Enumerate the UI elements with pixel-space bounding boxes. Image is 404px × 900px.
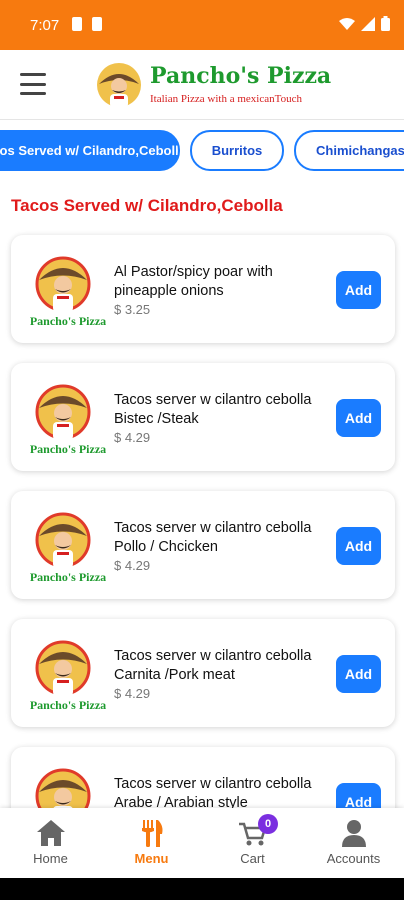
item-logo: Pancho's Pizza (21, 636, 106, 714)
item-price: $ 4.29 (114, 686, 151, 701)
app-header: Pancho's Pizza Italian Pizza with a mexi… (0, 50, 404, 120)
menu-item-card: Pancho's Pizza Al Pastor/spicy poar with… (11, 235, 395, 343)
menu-list[interactable]: Pancho's Pizza Al Pastor/spicy poar with… (0, 225, 404, 808)
chef-logo-icon (35, 512, 91, 568)
brand-name: Pancho's Pizza (150, 63, 332, 89)
status-bar: 7:07 (0, 0, 404, 50)
wifi-icon (339, 17, 355, 30)
item-name: Tacos server w cilantro cebolla Carnita … (114, 648, 312, 683)
add-button[interactable]: Add (336, 783, 381, 808)
hamburger-menu-icon[interactable] (20, 73, 46, 95)
tab-tacos-label: Tacos Served w/ Cilandro,Cebolla (0, 143, 180, 158)
chef-logo-icon (35, 640, 91, 696)
tab-chimichangas-label: Chimichangas (316, 143, 404, 158)
cart-count-badge: 0 (258, 814, 278, 834)
item-logo: Pancho's Pizza (21, 380, 106, 458)
logo-caption: Pancho's Pizza (29, 570, 107, 584)
category-tabs: Tacos Served w/ Cilandro,Cebolla Burrito… (0, 120, 404, 180)
section-title: Tacos Served w/ Cilandro,Cebolla (11, 196, 283, 215)
battery-icon (381, 16, 390, 31)
chef-logo-icon (35, 256, 91, 312)
item-price: $ 3.25 (114, 302, 151, 317)
add-button[interactable]: Add (336, 399, 381, 437)
add-button[interactable]: Add (336, 271, 381, 309)
tab-chimichangas[interactable]: Chimichangas (294, 130, 404, 171)
user-icon (342, 820, 366, 847)
item-name: Tacos server w cilantro cebolla Arabe / … (114, 776, 312, 808)
nav-home[interactable]: Home (0, 808, 101, 878)
home-icon (37, 820, 65, 846)
item-name: Al Pastor/spicy poar with pineapple onio… (114, 264, 273, 299)
nav-menu[interactable]: Menu (101, 808, 202, 878)
item-price: $ 4.29 (114, 558, 151, 573)
menu-item-card: Pancho's Pizza Tacos server w cilantro c… (11, 363, 395, 471)
notification-icons (72, 17, 102, 31)
tab-burritos[interactable]: Burritos (190, 130, 284, 171)
menu-item-card: Pancho's Pizza Tacos server w cilantro c… (11, 747, 395, 808)
status-time: 7:07 (30, 17, 60, 34)
tab-tacos[interactable]: Tacos Served w/ Cilandro,Cebolla (0, 130, 180, 171)
item-logo: Pancho's Pizza (21, 252, 106, 330)
tab-burritos-label: Burritos (211, 143, 263, 158)
chef-logo-icon (35, 384, 91, 440)
brand-tagline: Italian Pizza with a mexicanTouch (150, 93, 302, 105)
item-name: Tacos server w cilantro cebolla Bistec /… (114, 392, 312, 427)
item-logo: Pancho's Pizza (21, 508, 106, 586)
fork-knife-icon (142, 820, 163, 847)
item-name: Tacos server w cilantro cebolla Pollo / … (114, 520, 312, 555)
nav-home-label: Home (33, 851, 68, 866)
chef-logo-icon (97, 63, 141, 108)
chef-logo-icon (35, 768, 91, 808)
signal-icon (361, 16, 375, 31)
nav-cart-label: Cart (240, 851, 265, 866)
item-price: $ 4.29 (114, 430, 151, 445)
logo-caption: Pancho's Pizza (29, 698, 107, 712)
add-button[interactable]: Add (336, 527, 381, 565)
bottom-nav: Home Menu 0 Cart Accounts (0, 808, 404, 878)
sim-card-icon (72, 17, 82, 31)
logo-caption: Pancho's Pizza (29, 442, 107, 456)
system-nav-bar (0, 878, 404, 900)
logo-caption: Pancho's Pizza (29, 314, 107, 328)
add-button[interactable]: Add (336, 655, 381, 693)
nav-cart[interactable]: 0 Cart (202, 808, 303, 878)
nav-accounts[interactable]: Accounts (303, 808, 404, 878)
item-logo: Pancho's Pizza (21, 764, 105, 808)
nav-menu-label: Menu (134, 851, 169, 866)
system-status-icons (339, 16, 390, 31)
menu-item-card: Pancho's Pizza Tacos server w cilantro c… (11, 491, 395, 599)
menu-item-card: Pancho's Pizza Tacos server w cilantro c… (11, 619, 395, 727)
nav-accounts-label: Accounts (326, 851, 381, 866)
app-notification-icon (92, 17, 102, 31)
